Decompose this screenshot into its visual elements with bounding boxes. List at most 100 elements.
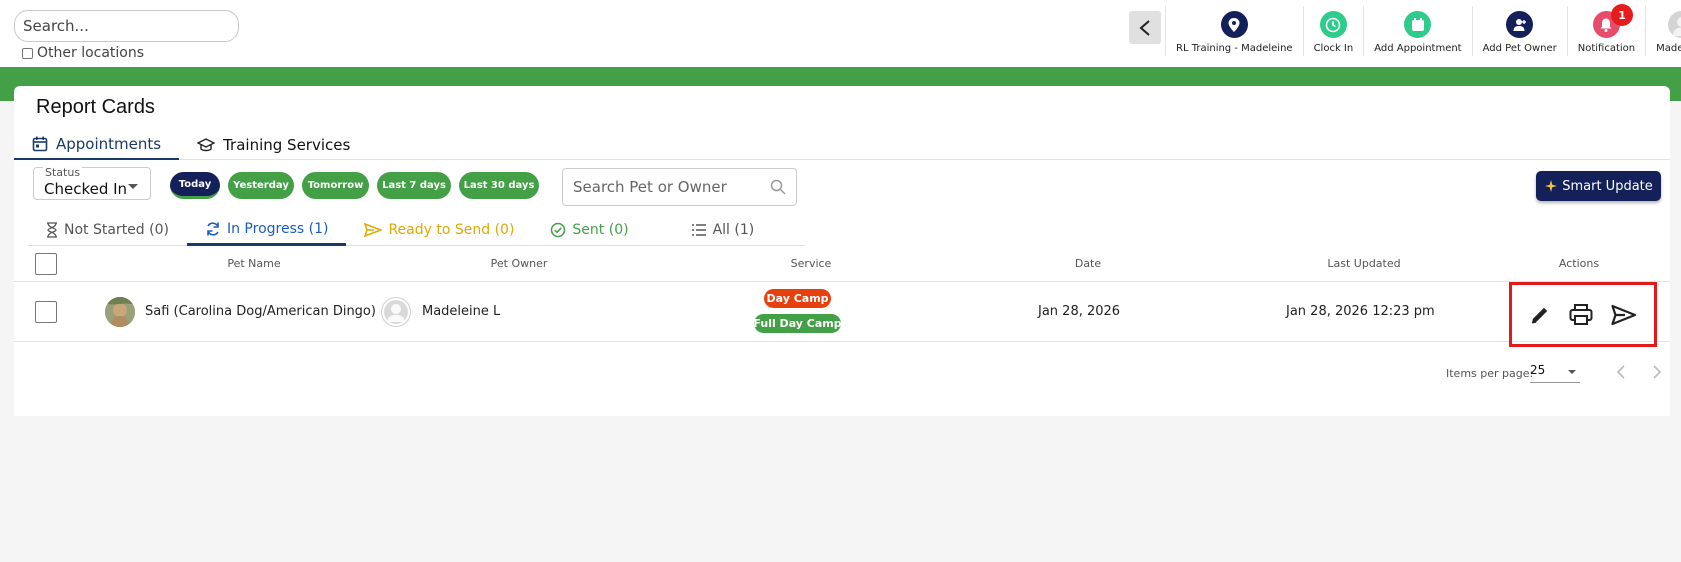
select-all-checkbox[interactable] (35, 253, 57, 275)
chip-today[interactable]: Today (170, 172, 220, 199)
tab-in-progress[interactable]: In Progress (1) (186, 214, 347, 246)
calendar-add-icon (1404, 11, 1432, 38)
tab-sent-label: Sent (0) (572, 222, 629, 238)
nav-notification[interactable]: 1 Notification (1566, 4, 1645, 56)
pet-name[interactable]: Safi (Carolina Dog/American Dingo) (145, 304, 376, 319)
date-filter-chips: Today Yesterday Tomorrow Last 7 days Las… (170, 172, 539, 199)
table-row[interactable]: Safi (Carolina Dog/American Dingo) Madel… (14, 282, 1670, 347)
top-nav: RL Training - Madeleine Clock In Add App… (1165, 4, 1681, 56)
graduation-cap-icon (197, 138, 216, 152)
tab-ready-to-send[interactable]: Ready to Send (0) (346, 214, 532, 246)
list-icon (691, 224, 706, 236)
pet-owner-search (562, 168, 797, 206)
previous-page-button[interactable] (1612, 363, 1630, 381)
send-icon[interactable] (1611, 304, 1637, 326)
appointment-date: Jan 28, 2026 (1038, 304, 1121, 319)
report-cards-panel: Report Cards Appointments Training Servi… (14, 86, 1670, 416)
print-icon[interactable] (1569, 303, 1593, 326)
header-last-updated: Last Updated (1327, 257, 1401, 270)
pet-owner-name[interactable]: Madeleine L (422, 304, 500, 319)
items-per-page-label: Items per page: (1446, 367, 1534, 380)
global-search (14, 10, 239, 42)
tab-ready-to-send-label: Ready to Send (0) (388, 222, 515, 238)
calendar-icon (32, 136, 48, 152)
user-avatar-icon (1668, 11, 1681, 38)
pet-owner-search-input[interactable] (573, 178, 763, 196)
chevron-down-icon (128, 184, 138, 189)
nav-clock-in-label: Clock In (1313, 43, 1354, 54)
tab-in-progress-label: In Progress (1) (226, 220, 329, 237)
edit-icon[interactable] (1529, 304, 1551, 326)
clock-icon (1319, 11, 1347, 38)
smart-update-button[interactable]: Smart Update (1536, 171, 1661, 201)
chip-tomorrow[interactable]: Tomorrow (302, 172, 369, 199)
user-avatar-icon (384, 300, 408, 324)
pet-photo-icon (105, 297, 135, 327)
notification-count-badge: 1 (1611, 4, 1634, 26)
refresh-icon (207, 221, 219, 236)
header-service: Service (790, 257, 832, 270)
actions-highlight (1509, 282, 1657, 347)
tab-appointments[interactable]: Appointments (14, 130, 180, 160)
other-locations-label: Other locations (37, 45, 145, 61)
table-header: Pet Name Pet Owner Service Date Last Upd… (14, 246, 1670, 282)
nav-user-label: Madeleine (1656, 43, 1681, 54)
tab-not-started-label: Not Started (0) (64, 222, 169, 238)
chevron-left-icon (1139, 19, 1150, 36)
hourglass-icon (47, 222, 57, 238)
tab-training-services-label: Training Services (223, 136, 351, 154)
smart-update-label: Smart Update (1562, 178, 1653, 194)
search-icon[interactable] (770, 179, 786, 195)
chip-yesterday[interactable]: Yesterday (228, 172, 294, 199)
status-select-value: Checked In (44, 180, 128, 198)
chip-last-30-days[interactable]: Last 30 days (459, 172, 539, 199)
nav-user-profile[interactable]: Madeleine (1645, 6, 1681, 56)
items-per-page-value: 25 (1530, 363, 1546, 377)
row-checkbox[interactable] (35, 301, 57, 323)
page-title: Report Cards (36, 96, 155, 118)
other-locations-checkbox[interactable] (22, 47, 33, 59)
top-bar: Other locations RL Training - Madeleine … (0, 0, 1681, 67)
header-date: Date (1074, 257, 1102, 270)
nav-notification-label: Notification (1577, 43, 1636, 54)
pagination: Items per page: 25 (14, 356, 1670, 386)
location-pin-icon (1220, 11, 1248, 38)
tab-sent[interactable]: Sent (0) (532, 214, 646, 246)
tab-not-started[interactable]: Not Started (0) (28, 214, 187, 246)
header-pet-owner: Pet Owner (490, 257, 548, 270)
service-badge-day-camp: Day Camp (764, 289, 831, 308)
user-add-icon (1506, 11, 1534, 38)
main-tabs: Appointments Training Services (14, 130, 1670, 160)
check-circle-icon (551, 222, 566, 238)
chevron-right-icon (1653, 365, 1662, 379)
next-page-button[interactable] (1648, 363, 1666, 381)
tab-training-services[interactable]: Training Services (179, 130, 368, 160)
nav-add-pet-owner[interactable]: Add Pet Owner (1471, 6, 1567, 56)
chip-last-7-days[interactable]: Last 7 days (377, 172, 451, 199)
send-icon (364, 223, 383, 237)
nav-add-pet-owner-label: Add Pet Owner (1482, 43, 1557, 54)
pet-avatar (105, 297, 135, 327)
status-select-legend: Status (43, 166, 83, 179)
items-per-page-select[interactable]: 25 (1530, 363, 1580, 383)
nav-add-appointment-label: Add Appointment (1374, 43, 1462, 54)
back-button[interactable] (1129, 11, 1161, 44)
chevron-left-icon (1616, 365, 1625, 379)
tab-appointments-label: Appointments (56, 135, 162, 153)
service-badge-full-day-camp: Full Day Camp (753, 314, 842, 333)
global-search-input[interactable] (14, 10, 239, 42)
tab-all-label: All (1) (712, 222, 755, 238)
owner-avatar (381, 297, 411, 327)
chevron-down-icon (1568, 370, 1576, 374)
header-actions: Actions (1558, 257, 1600, 270)
nav-clock-in[interactable]: Clock In (1302, 6, 1364, 56)
other-locations-option[interactable]: Other locations (22, 45, 144, 61)
status-tabs: Not Started (0) In Progress (1) Ready to… (28, 214, 805, 246)
sparkle-icon (1545, 180, 1558, 192)
nav-add-appointment[interactable]: Add Appointment (1363, 6, 1471, 56)
header-pet-name: Pet Name (227, 257, 281, 270)
tab-all[interactable]: All (1) (647, 214, 773, 246)
status-select[interactable]: Status Checked In (33, 166, 151, 200)
last-updated: Jan 28, 2026 12:23 pm (1286, 304, 1435, 319)
nav-location[interactable]: RL Training - Madeleine (1165, 6, 1303, 56)
